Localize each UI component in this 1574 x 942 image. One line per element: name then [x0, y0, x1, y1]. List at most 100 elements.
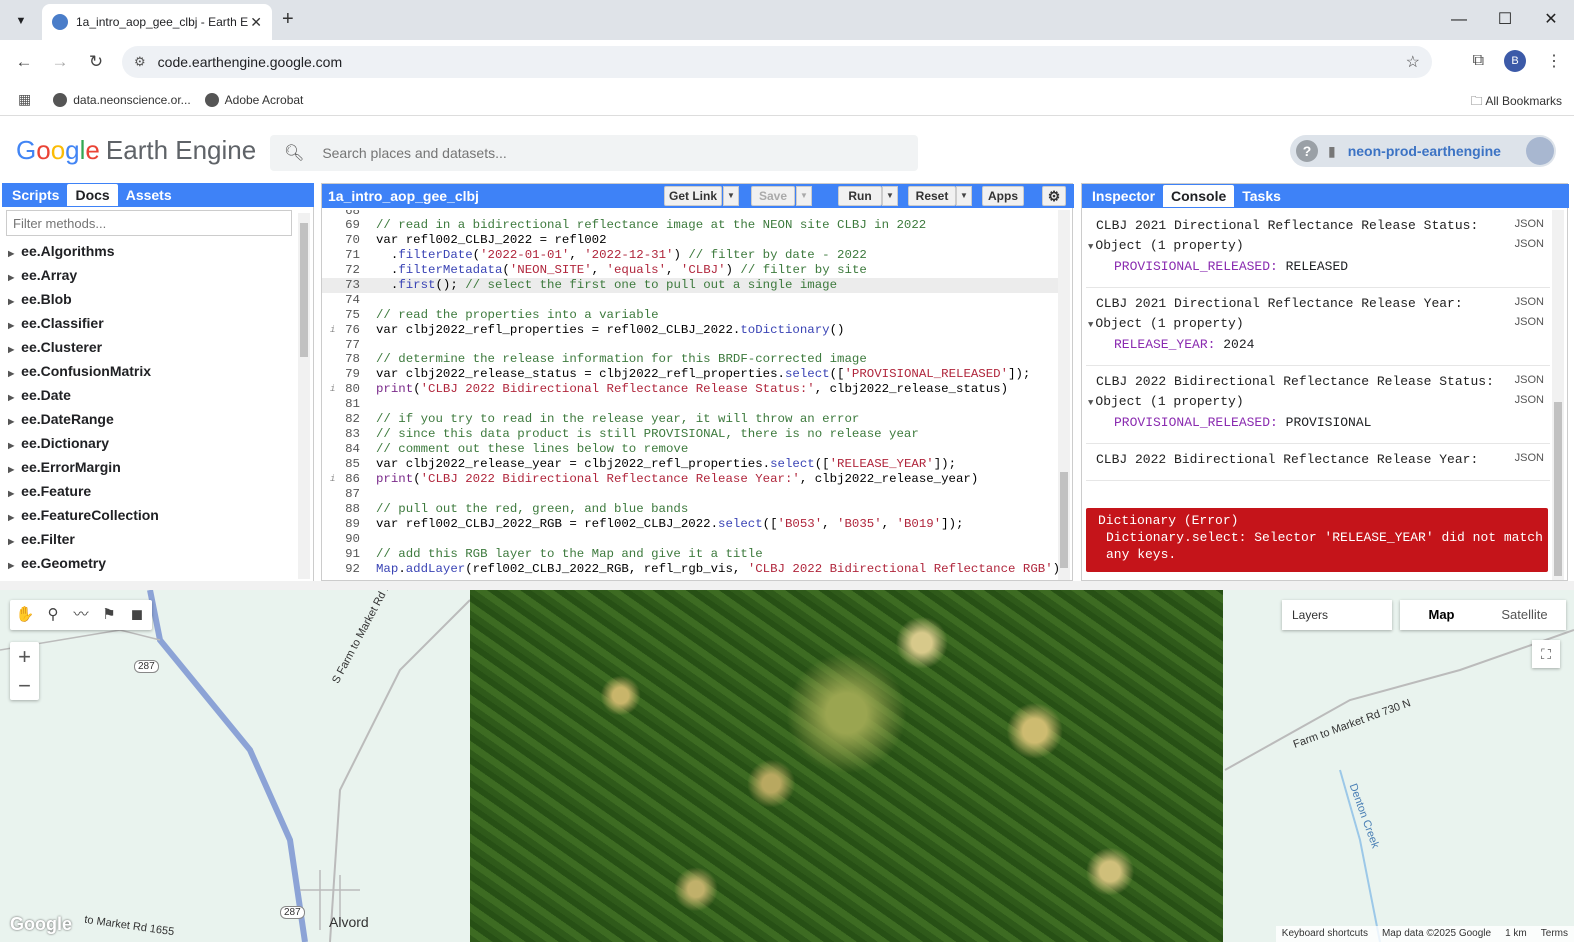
editor-scrollbar[interactable] — [1058, 210, 1070, 580]
code-line[interactable]: 83 // since this data product is still PR… — [322, 427, 1058, 442]
profile-avatar[interactable]: B — [1504, 50, 1526, 72]
json-link[interactable]: JSON — [1515, 374, 1544, 386]
extensions-icon[interactable]: ⧉ — [1473, 52, 1484, 70]
docs-item[interactable]: ▶ ee.Clusterer — [8, 335, 298, 359]
close-tab-icon[interactable]: ✕ — [250, 14, 262, 31]
draw-shape-icon[interactable]: ⚑ — [95, 601, 123, 629]
code-line[interactable]: 90 — [322, 532, 1058, 547]
editor-scrollbar-thumb[interactable] — [1060, 472, 1068, 568]
back-arrow-icon[interactable]: ← — [6, 52, 42, 72]
feedback-icon[interactable]: ▮ — [1328, 143, 1336, 160]
tab-console[interactable]: Console — [1163, 185, 1235, 207]
terms-link[interactable]: Terms — [1541, 926, 1568, 942]
docs-item[interactable]: ▶ ee.Algorithms — [8, 239, 298, 263]
minimize-icon[interactable]: — — [1436, 0, 1482, 40]
code-line[interactable]: 78 // determine the release information f… — [322, 352, 1058, 367]
code-line[interactable]: 85 var clbj2022_release_year = clbj2022_r… — [322, 457, 1058, 472]
code-line[interactable]: 82 // if you try to read in the release y… — [322, 412, 1058, 427]
object-summary[interactable]: ▼ Object (1 property) — [1088, 314, 1544, 335]
json-link[interactable]: JSON — [1515, 238, 1544, 250]
code-line[interactable]: 79 var clbj2022_release_status = clbj2022… — [322, 367, 1058, 382]
code-line[interactable]: 88 // pull out the red, green, and blue b… — [322, 502, 1058, 517]
reset-dropdown-icon[interactable]: ▼ — [956, 186, 972, 206]
tab-docs[interactable]: Docs — [67, 184, 118, 206]
panel-resize-handle[interactable] — [0, 581, 1574, 590]
address-bar[interactable]: ⚙ code.earthengine.google.com ☆ — [122, 46, 1432, 78]
draw-rectangle-icon[interactable]: ◼ — [123, 601, 151, 629]
layers-button[interactable]: Layers — [1282, 600, 1392, 630]
collapse-triangle-icon[interactable]: ▼ — [1088, 242, 1093, 252]
tab-scripts[interactable]: Scripts — [4, 184, 67, 206]
console-scrollbar-thumb[interactable] — [1554, 402, 1562, 576]
code-line[interactable]: 80 i print('CLBJ 2022 Bidirectional Reflec… — [322, 382, 1058, 397]
user-avatar[interactable] — [1526, 137, 1554, 165]
reset-button[interactable]: Reset — [908, 186, 956, 206]
collapse-triangle-icon[interactable]: ▼ — [1088, 320, 1093, 330]
docs-scrollbar-thumb[interactable] — [300, 223, 308, 357]
close-window-icon[interactable]: ✕ — [1528, 0, 1574, 40]
help-icon[interactable]: ? — [1296, 140, 1318, 162]
code-line[interactable]: 69 // read in a bidirectional reflectance… — [322, 218, 1058, 233]
docs-item[interactable]: ▶ ee.ErrorMargin — [8, 455, 298, 479]
fullscreen-icon[interactable]: ⛶ — [1532, 640, 1560, 668]
run-dropdown-icon[interactable]: ▼ — [882, 186, 898, 206]
add-marker-icon[interactable]: ⚲ — [39, 601, 67, 629]
info-icon[interactable]: i — [330, 382, 335, 397]
docs-item[interactable]: ▶ ee.Filter — [8, 527, 298, 551]
info-icon[interactable]: i — [330, 472, 335, 487]
map-type-satellite[interactable]: Satellite — [1483, 600, 1566, 630]
maximize-icon[interactable]: ☐ — [1482, 0, 1528, 40]
object-summary[interactable]: ▼ Object (1 property) — [1088, 392, 1544, 413]
code-line[interactable]: 70 var refl002_CLBJ_2022 = refl002 — [322, 233, 1058, 248]
docs-item[interactable]: ▶ ee.Classifier — [8, 311, 298, 335]
forward-arrow-icon[interactable]: → — [42, 52, 78, 72]
tab-assets[interactable]: Assets — [118, 184, 180, 206]
code-line[interactable]: 75 // read the properties into a variable — [322, 308, 1058, 323]
collapse-triangle-icon[interactable]: ▼ — [1088, 398, 1093, 408]
json-link[interactable]: JSON — [1515, 296, 1544, 308]
docs-item[interactable]: ▶ ee.Blob — [8, 287, 298, 311]
docs-item[interactable]: ▶ ee.Date — [8, 383, 298, 407]
browser-menu-icon[interactable]: ⋮ — [1546, 51, 1562, 71]
json-link[interactable]: JSON — [1515, 452, 1544, 464]
bookmark-star-icon[interactable]: ☆ — [1406, 52, 1420, 72]
code-line[interactable]: 76 i var clbj2022_refl_properties = refl00… — [322, 323, 1058, 338]
docs-item[interactable]: ▶ ee.ConfusionMatrix — [8, 359, 298, 383]
tab-search-chevron-icon[interactable]: ▼ — [10, 10, 32, 32]
tab-tasks[interactable]: Tasks — [1234, 185, 1289, 207]
code-line[interactable]: 77 — [322, 338, 1058, 353]
apps-button[interactable]: Apps — [982, 186, 1024, 206]
zoom-in-button[interactable]: + — [10, 642, 39, 671]
url-text[interactable]: code.earthengine.google.com — [158, 54, 1406, 70]
site-settings-icon[interactable]: ⚙ — [134, 54, 146, 70]
filter-methods-input[interactable] — [6, 210, 292, 236]
save-dropdown-icon[interactable]: ▼ — [796, 186, 812, 206]
code-line[interactable]: 86 i print('CLBJ 2022 Bidirectional Reflec… — [322, 472, 1058, 487]
docs-item[interactable]: ▶ ee.DateRange — [8, 407, 298, 431]
settings-gear-icon[interactable]: ⚙ — [1042, 186, 1066, 206]
code-line[interactable]: 71 .filterDate('2022-01-01', '2022-12-31… — [322, 248, 1058, 263]
docs-item[interactable]: ▶ ee.Feature — [8, 479, 298, 503]
docs-item[interactable]: ▶ ee.Array — [8, 263, 298, 287]
keyboard-shortcuts-link[interactable]: Keyboard shortcuts — [1282, 926, 1368, 942]
json-link[interactable]: JSON — [1515, 394, 1544, 406]
browser-tab[interactable]: 1a_intro_aop_gee_clbj - Earth E ✕ — [42, 4, 272, 40]
map-view[interactable]: ✋ ⚲ 〰 ⚑ ◼ + − 287 S Farm to Market Rd 16… — [0, 590, 1574, 942]
tab-inspector[interactable]: Inspector — [1084, 185, 1163, 207]
run-button[interactable]: Run — [838, 186, 882, 206]
all-bookmarks[interactable]: 🗀 All Bookmarks — [1471, 92, 1562, 113]
get-link-dropdown-icon[interactable]: ▼ — [723, 186, 739, 206]
reload-icon[interactable]: ↻ — [78, 52, 114, 72]
project-name[interactable]: neon-prod-earthengine — [1348, 143, 1526, 159]
map-type-map[interactable]: Map — [1400, 600, 1483, 630]
console-scrollbar[interactable] — [1552, 210, 1564, 580]
code-area[interactable]: 68 69 // read in a bidirectional reflecta… — [322, 210, 1058, 580]
search-input[interactable] — [322, 145, 918, 161]
code-line[interactable]: 89 var refl002_CLBJ_2022_RGB = refl002_CL… — [322, 517, 1058, 532]
json-link[interactable]: JSON — [1515, 316, 1544, 328]
zoom-out-button[interactable]: − — [10, 671, 39, 700]
code-line[interactable]: 73 .first(); // select the first one to … — [322, 277, 1058, 293]
docs-scrollbar[interactable] — [298, 213, 310, 579]
apps-grid-icon[interactable]: ▦ — [18, 91, 31, 108]
docs-item[interactable]: ▶ ee.Dictionary — [8, 431, 298, 455]
